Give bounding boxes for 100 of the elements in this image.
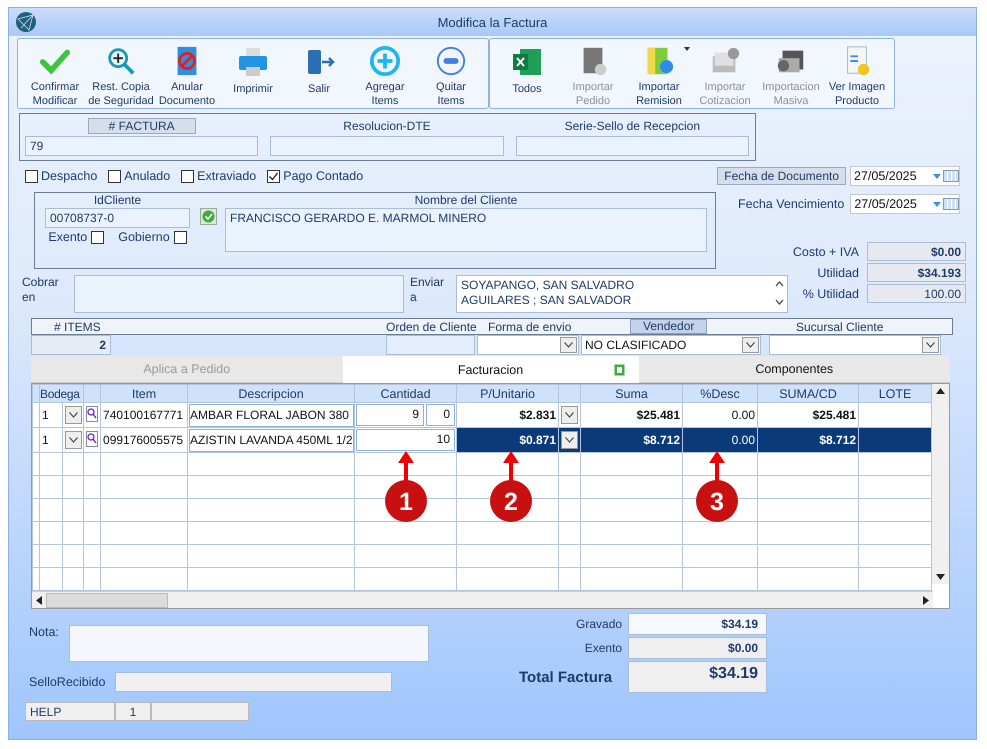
value-field: $34.193 [867, 263, 966, 282]
toolbar-button[interactable]: Importar Remision [626, 39, 692, 108]
status-cell: 1 [115, 702, 151, 721]
chevron-down-icon [565, 437, 574, 443]
printer-icon [236, 45, 270, 79]
check-icon[interactable] [200, 208, 217, 225]
table-cell: $8.712 [580, 428, 683, 452]
column-header: Descripcion [188, 384, 355, 402]
field-label: Cobrar en [22, 275, 60, 306]
total-label: Exento [584, 641, 622, 655]
quantity-field[interactable]: 10 [356, 429, 456, 451]
tab[interactable]: Componentes [638, 356, 950, 383]
field-label: # ITEMS [54, 320, 101, 334]
minus-icon [434, 45, 468, 77]
quantity-field[interactable]: 9 [356, 404, 424, 426]
checkbox-label: Gobierno [118, 230, 170, 244]
column-header: Cantidad [354, 384, 457, 402]
table-cell: 740100167771 [100, 402, 188, 428]
table-cell: $25.481 [580, 402, 683, 428]
table-cell: $2.831 [456, 402, 559, 428]
text-area[interactable]: SOYAPANGO, SAN SALVADRO AGUILARES ; SAN SALVADOR [456, 275, 788, 313]
text-field[interactable] [270, 136, 504, 156]
field-label: Sucursal Cliente [796, 320, 884, 334]
dropdown[interactable]: NO CLASIFICADO [581, 335, 761, 355]
text-field[interactable]: 79 [25, 136, 258, 156]
table-cell: AMBAR FLORAL JABON 380 [188, 402, 355, 428]
toolbar-button[interactable]: Agregar Items [352, 39, 418, 108]
field-label: Orden de Cliente [386, 320, 477, 334]
dropdown[interactable] [561, 406, 578, 424]
column-header: P/Unitario [456, 384, 559, 402]
toolbar-button[interactable]: Salir [286, 39, 352, 108]
dropdown[interactable] [561, 431, 578, 449]
text-field[interactable] [115, 672, 392, 692]
toolbar-button[interactable]: Imprimir [220, 39, 286, 108]
scrollbar[interactable] [932, 384, 949, 584]
table-cell: AZISTIN LAVANDA 450ML 1/2 [188, 428, 355, 452]
checkbox-label: Anulado [124, 169, 170, 183]
plus-icon [368, 45, 402, 77]
checkbox-label: Exento [48, 230, 88, 244]
field-label: Vendedor [630, 319, 708, 334]
lookup-icon[interactable] [86, 406, 98, 422]
table-cell: 1 [40, 402, 62, 428]
field-label: Resolucion-DTE [343, 118, 431, 134]
toolbar-button[interactable]: Confirmar Modificar [22, 39, 88, 108]
text-field[interactable] [386, 335, 475, 355]
checkbox[interactable] [181, 170, 194, 182]
document-icon [614, 364, 624, 376]
column-header: LOTE [858, 384, 932, 402]
text-field[interactable] [516, 136, 749, 156]
chevron-down-icon [69, 412, 78, 418]
total-value: $34.19 [628, 661, 768, 693]
checkbox-label: Despacho [41, 169, 98, 183]
field-label: Fecha de Documento [717, 167, 846, 185]
column-header: Item [100, 384, 188, 402]
toolbar-button[interactable]: Rest. Copia de Seguridad [88, 39, 154, 108]
chevron-down-icon [565, 412, 574, 418]
dropdown[interactable] [65, 431, 82, 449]
column-header: Suma [580, 384, 683, 402]
column-header: SUMA/CD [758, 384, 859, 402]
checkbox-label: Extraviado [197, 169, 256, 183]
value-field: $0.00 [867, 242, 966, 261]
field-label: Fecha Vencimiento [738, 197, 844, 211]
toolbar-button[interactable]: Ver Imagen Producto [824, 39, 890, 108]
date-field[interactable]: 27/05/2025 [850, 194, 960, 214]
checkbox[interactable] [108, 170, 122, 182]
chevron-down-icon [69, 437, 78, 443]
table-cell: $0.871 [456, 428, 559, 452]
window-title: Modifica la Factura [436, 14, 548, 30]
left-arrow-icon[interactable] [36, 596, 42, 604]
lookup-icon[interactable] [86, 430, 98, 446]
toolbar-button[interactable]: Todos [494, 39, 560, 108]
tab[interactable]: Facturacion [342, 356, 638, 383]
status-cell: HELP [25, 702, 115, 721]
down-arrow-icon[interactable] [936, 574, 945, 580]
total-label: Total Factura [519, 668, 612, 686]
text-field[interactable] [74, 275, 404, 313]
toolbar-button[interactable]: Anular Documento [154, 39, 220, 108]
globe-icon [15, 11, 37, 33]
checkbox[interactable] [267, 170, 280, 182]
dropdown[interactable] [65, 406, 82, 424]
table-cell: $25.481 [758, 402, 859, 428]
scrollbar[interactable] [32, 591, 933, 608]
toolbar-button[interactable]: Quitar Items [418, 39, 484, 108]
total-label: Gravado [576, 617, 622, 631]
column-header: Bodega [40, 384, 84, 402]
quantity-field[interactable]: 0 [426, 404, 456, 426]
value-field: 100.00 [867, 284, 966, 303]
right-arrow-icon[interactable] [923, 596, 929, 604]
field-label: # FACTURA [88, 118, 196, 134]
field-label: Costo + IVA [792, 244, 859, 258]
checkbox[interactable] [25, 170, 38, 182]
checkbox[interactable] [91, 230, 104, 244]
text-field[interactable]: FRANCISCO GERARDO E. MARMOL MINERO [225, 208, 707, 252]
date-field[interactable]: 27/05/2025 [850, 166, 960, 186]
checkbox[interactable] [174, 230, 187, 244]
field-label: SelloRecibido [29, 675, 106, 689]
up-arrow-icon[interactable] [936, 388, 945, 394]
text-field[interactable]: 00708737-0 [45, 208, 190, 228]
table-cell: 1 [40, 428, 62, 452]
table-cell: 099176005575 [100, 428, 188, 452]
